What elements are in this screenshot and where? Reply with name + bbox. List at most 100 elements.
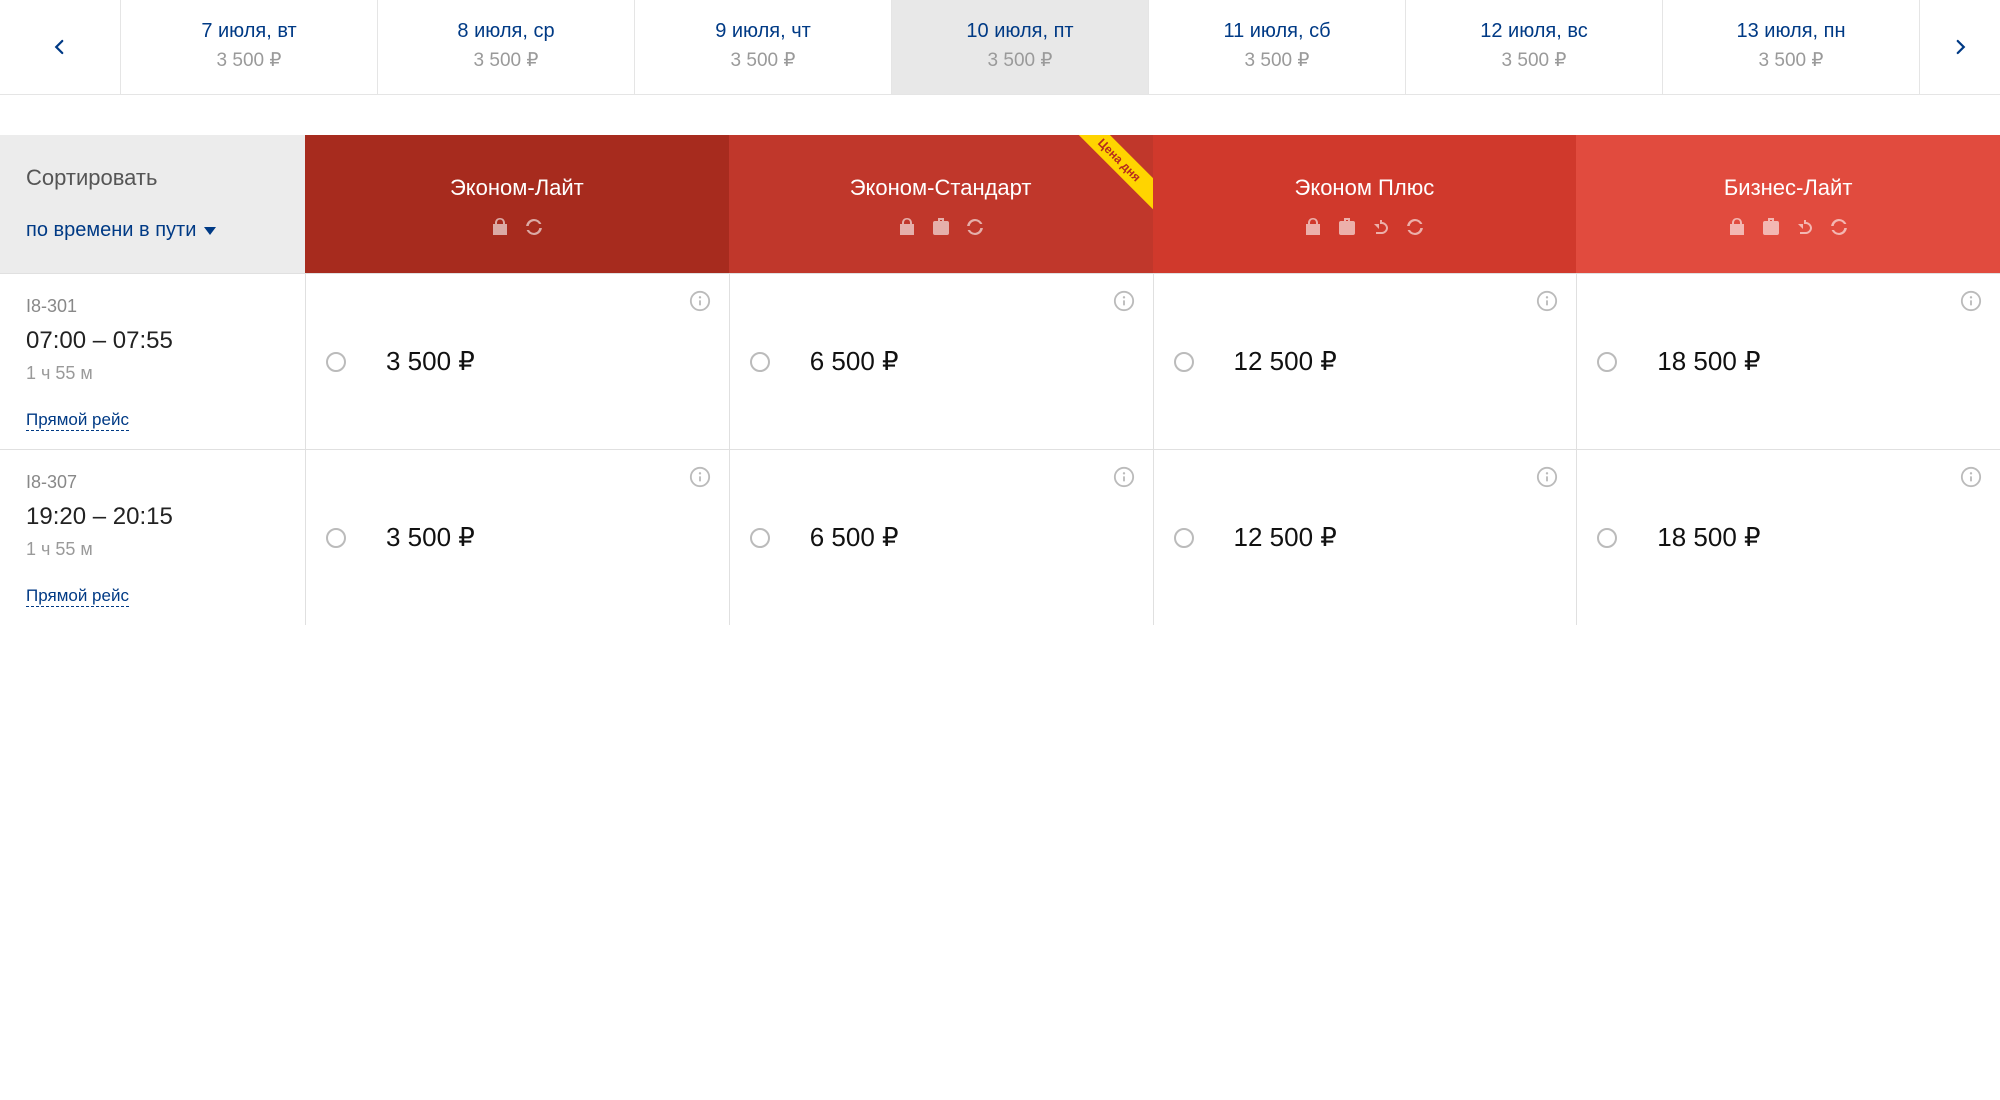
sort-dropdown[interactable]: по времени в пути [26,219,216,242]
fare-feature-icons [739,215,1143,239]
price-value: 12 500 ₽ [1234,346,1337,377]
fare-header-row: Сортировать по времени в пути Эконом-Лай… [0,135,2000,273]
price-cell[interactable]: 6 500 ₽ [729,274,1153,449]
price-radio[interactable] [326,528,346,548]
flight-direct-link[interactable]: Прямой рейс [26,586,129,607]
date-cell[interactable]: 12 июля, вс 3 500 ₽ [1405,0,1662,94]
date-cell[interactable]: 7 июля, вт 3 500 ₽ [120,0,377,94]
flight-direct-link[interactable]: Прямой рейс [26,410,129,431]
fare-class-name: Эконом-Стандарт [739,175,1143,201]
info-icon[interactable] [1113,466,1135,493]
sort-panel: Сортировать по времени в пути [0,135,305,273]
flight-duration: 1 ч 55 м [26,363,279,384]
fare-class-header: Эконом Плюс [1153,135,1577,273]
date-cell[interactable]: 9 июля, чт 3 500 ₽ [634,0,891,94]
price-radio[interactable] [750,352,770,372]
date-label: 7 июля, вт [121,20,377,43]
date-next-button[interactable] [1920,0,2000,94]
refresh-icon [963,215,987,239]
info-icon[interactable] [1536,290,1558,317]
info-icon[interactable] [689,466,711,493]
fare-class-name: Бизнес-Лайт [1586,175,1990,201]
date-cell[interactable]: 10 июля, пт 3 500 ₽ [891,0,1148,94]
price-radio[interactable] [1597,528,1617,548]
date-label: 13 июля, пн [1663,20,1919,43]
chevron-left-icon [51,33,69,61]
refresh-icon [1403,215,1427,239]
luggage-icon [1759,215,1783,239]
date-selector-strip: 7 июля, вт 3 500 ₽ 8 июля, ср 3 500 ₽ 9 … [0,0,2000,95]
date-prev-button[interactable] [0,0,120,94]
info-icon[interactable] [1113,290,1135,317]
price-radio[interactable] [1174,528,1194,548]
fare-class-name: Эконом-Лайт [315,175,719,201]
date-label: 8 июля, ср [378,20,634,43]
luggage-icon [1335,215,1359,239]
price-value: 18 500 ₽ [1657,346,1760,377]
date-cell[interactable]: 11 июля, сб 3 500 ₽ [1148,0,1405,94]
chevron-right-icon [1951,33,1969,61]
price-cell[interactable]: 3 500 ₽ [305,274,729,449]
price-value: 6 500 ₽ [810,346,899,377]
date-price: 3 500 ₽ [635,49,891,72]
date-label: 9 июля, чт [635,20,891,43]
price-cell[interactable]: 18 500 ₽ [1576,274,2000,449]
flight-number: I8-301 [26,296,279,317]
date-price: 3 500 ₽ [1663,49,1919,72]
price-value: 3 500 ₽ [386,522,475,553]
luggage-icon [929,215,953,239]
fare-feature-icons [1163,215,1567,239]
price-cell[interactable]: 6 500 ₽ [729,450,1153,625]
bag-icon [1301,215,1325,239]
date-price: 3 500 ₽ [378,49,634,72]
refresh-icon [1827,215,1851,239]
price-radio[interactable] [1174,352,1194,372]
bag-icon [488,215,512,239]
date-label: 11 июля, сб [1149,20,1405,43]
flight-info: I8-307 19:20 – 20:15 1 ч 55 м Прямой рей… [0,450,305,625]
fare-class-header: Цена дня Эконом-Стандарт [729,135,1153,273]
flight-row: I8-307 19:20 – 20:15 1 ч 55 м Прямой рей… [0,449,2000,625]
price-radio[interactable] [326,352,346,372]
fare-feature-icons [315,215,719,239]
return-icon [1793,215,1817,239]
bag-icon [1725,215,1749,239]
flight-number: I8-307 [26,472,279,493]
fare-class-name: Эконом Плюс [1163,175,1567,201]
price-radio[interactable] [750,528,770,548]
refresh-icon [522,215,546,239]
info-icon[interactable] [689,290,711,317]
flight-time: 07:00 – 07:55 [26,327,279,355]
fare-class-header: Эконом-Лайт [305,135,729,273]
price-cell[interactable]: 18 500 ₽ [1576,450,2000,625]
date-price: 3 500 ₽ [121,49,377,72]
date-price: 3 500 ₽ [1149,49,1405,72]
date-price: 3 500 ₽ [892,49,1148,72]
date-cell[interactable]: 13 июля, пн 3 500 ₽ [1662,0,1920,94]
date-price: 3 500 ₽ [1406,49,1662,72]
fare-class-header: Бизнес-Лайт [1576,135,2000,273]
info-icon[interactable] [1960,466,1982,493]
caret-down-icon [204,227,216,235]
flight-time: 19:20 – 20:15 [26,503,279,531]
sort-value-label: по времени в пути [26,219,196,242]
price-value: 18 500 ₽ [1657,522,1760,553]
price-value: 3 500 ₽ [386,346,475,377]
return-icon [1369,215,1393,239]
info-icon[interactable] [1960,290,1982,317]
flight-duration: 1 ч 55 м [26,539,279,560]
fare-feature-icons [1586,215,1990,239]
price-cell[interactable]: 3 500 ₽ [305,450,729,625]
price-cell[interactable]: 12 500 ₽ [1153,274,1577,449]
date-label: 10 июля, пт [892,20,1148,43]
price-cell[interactable]: 12 500 ₽ [1153,450,1577,625]
flight-info: I8-301 07:00 – 07:55 1 ч 55 м Прямой рей… [0,274,305,449]
price-value: 6 500 ₽ [810,522,899,553]
date-cell[interactable]: 8 июля, ср 3 500 ₽ [377,0,634,94]
price-value: 12 500 ₽ [1234,522,1337,553]
sort-title: Сортировать [26,165,279,191]
date-label: 12 июля, вс [1406,20,1662,43]
bag-icon [895,215,919,239]
price-radio[interactable] [1597,352,1617,372]
info-icon[interactable] [1536,466,1558,493]
